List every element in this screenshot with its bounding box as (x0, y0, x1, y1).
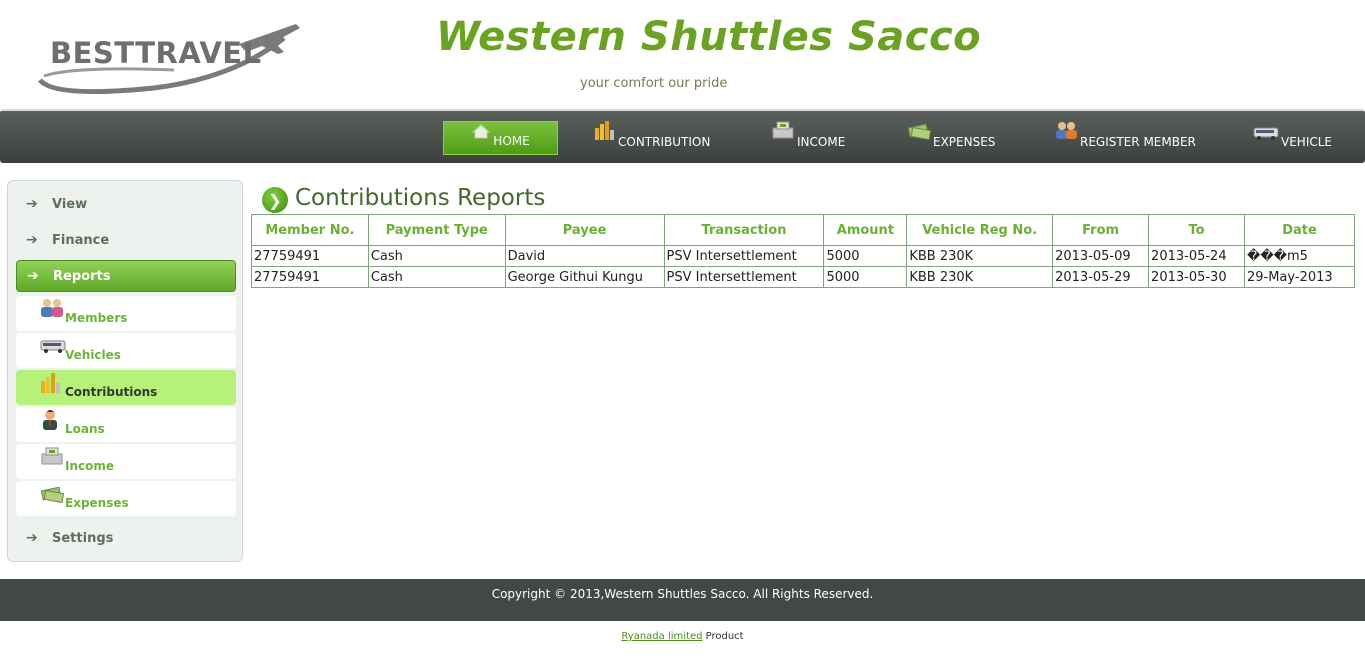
sidebar-item-members[interactable]: Members (16, 296, 236, 331)
bar-chart-icon (40, 372, 62, 397)
sidebar-item-loans[interactable]: Loans (16, 407, 236, 442)
bus-icon (1253, 126, 1279, 143)
column-header: Transaction (663, 214, 825, 246)
sidebar-section-settings[interactable]: ➔ Settings (16, 522, 236, 554)
table-row: 27759491 Cash David PSV Intersettlement … (251, 245, 1356, 267)
cell-from: 2013-05-29 (1052, 266, 1150, 288)
nav-contribution[interactable]: CONTRIBUTION (594, 121, 710, 155)
cell-payment-type: Cash (367, 266, 506, 288)
column-header: Vehicle Reg No. (906, 214, 1054, 246)
cell-payee: David (504, 245, 665, 267)
sidebar-item-vehicles[interactable]: Vehicles (16, 333, 236, 368)
sidebar-item-expenses[interactable]: Expenses (16, 481, 236, 516)
nav-label: CONTRIBUTION (618, 135, 711, 149)
bar-chart-icon (594, 120, 616, 143)
cell-transaction: PSV Intersettlement (663, 245, 825, 267)
footer: Copyright © 2013,Western Shuttles Sacco.… (0, 579, 1365, 621)
cell-from: 2013-05-09 (1052, 245, 1150, 267)
credit-line: Ryanada limited Product (0, 631, 1365, 642)
site-title: Western Shuttles Sacco (436, 14, 982, 60)
sidebar-section-label: View (52, 196, 88, 212)
nav-label: INCOME (797, 135, 846, 149)
users-icon (1054, 120, 1078, 143)
nav-income[interactable]: INCOME (771, 121, 845, 155)
cell-payee: George Githui Kungu (504, 266, 665, 288)
cell-vehicle-reg: KBB 230K (906, 266, 1054, 288)
nav-home[interactable]: HOME (443, 121, 558, 155)
column-header: From (1052, 214, 1150, 246)
nav-expenses[interactable]: EXPENSES (907, 121, 995, 155)
arrow-icon: ➔ (27, 268, 39, 284)
sidebar-item-label: Contributions (65, 385, 158, 399)
nav-register-member[interactable]: REGISTER MEMBER (1054, 121, 1196, 155)
header: BESTTRAVEL Western Shuttles Sacco your c… (0, 0, 1365, 108)
sidebar-section-label: Finance (52, 232, 110, 248)
contributions-table: Member No. Payment Type Payee Transactio… (251, 214, 1356, 288)
nav-label: EXPENSES (933, 135, 996, 149)
column-header: Date (1243, 214, 1356, 246)
arrow-icon: ➔ (26, 530, 38, 546)
column-header: Payment Type (367, 214, 506, 246)
sidebar-section-view[interactable]: ➔ View (16, 188, 236, 220)
table-header-row: Member No. Payment Type Payee Transactio… (251, 214, 1356, 246)
cell-to: 2013-05-24 (1148, 245, 1245, 267)
column-header: Member No. (251, 214, 369, 246)
chevron-right-icon: ❯ (262, 187, 288, 213)
tagline: your comfort our pride (580, 76, 728, 91)
copyright-text: Copyright © 2013,Western Shuttles Sacco.… (491, 587, 874, 601)
cell-date: 29-May-2013 (1243, 266, 1356, 288)
sidebar-item-label: Expenses (65, 496, 129, 510)
column-header: To (1148, 214, 1245, 246)
credit-link[interactable]: Ryanada limited (621, 631, 702, 642)
page-title-text: Contributions Reports (295, 185, 546, 211)
arrow-icon: ➔ (26, 196, 38, 212)
cash-register-icon (40, 446, 64, 469)
cash-register-icon (771, 120, 795, 143)
nav-label: VEHICLE (1281, 135, 1332, 149)
cell-member-no: 27759491 (251, 245, 369, 267)
credit-suffix: Product (702, 631, 744, 642)
column-header: Payee (504, 214, 665, 246)
arrow-icon: ➔ (26, 232, 38, 248)
sidebar-item-contributions[interactable]: Contributions (16, 370, 236, 405)
sidebar-section-reports[interactable]: ➔ Reports (16, 260, 236, 292)
members-icon (40, 298, 64, 321)
bus-icon (40, 339, 66, 356)
sidebar-section-label: Settings (52, 530, 114, 546)
sidebar-section-label: Reports (53, 268, 111, 284)
table-row: 27759491 Cash George Githui Kungu PSV In… (251, 266, 1356, 288)
sidebar-item-label: Loans (65, 422, 105, 436)
cell-date: ���m5 (1243, 245, 1356, 267)
column-header: Amount (823, 214, 908, 246)
cell-amount: 5000 (823, 266, 908, 288)
nav-vehicle[interactable]: VEHICLE (1253, 121, 1332, 155)
cell-payment-type: Cash (367, 245, 506, 267)
home-icon (471, 123, 491, 142)
money-icon (907, 122, 932, 143)
sidebar-item-label: Income (65, 459, 115, 473)
logo-text: BESTTRAVEL (50, 36, 262, 70)
cell-to: 2013-05-30 (1148, 266, 1245, 288)
sidebar-item-label: Vehicles (65, 348, 121, 362)
nav-label: REGISTER MEMBER (1080, 135, 1196, 149)
sidebar-item-income[interactable]: Income (16, 444, 236, 479)
cell-vehicle-reg: KBB 230K (906, 245, 1054, 267)
sidebar: ➔ View ➔ Finance ➔ Reports Members Vehic… (7, 180, 243, 562)
cell-member-no: 27759491 (251, 266, 369, 288)
sidebar-section-finance[interactable]: ➔ Finance (16, 224, 236, 256)
sidebar-item-label: Members (65, 311, 128, 325)
main-nav: HOME CONTRIBUTION INCOME EXPENSES REGIST… (0, 109, 1365, 163)
nav-label: HOME (493, 134, 530, 148)
person-icon (40, 409, 60, 434)
cell-transaction: PSV Intersettlement (663, 266, 825, 288)
logo[interactable]: BESTTRAVEL (34, 18, 304, 98)
cell-amount: 5000 (823, 245, 908, 267)
money-icon (40, 485, 65, 506)
page-title: ❯ Contributions Reports (262, 183, 545, 213)
